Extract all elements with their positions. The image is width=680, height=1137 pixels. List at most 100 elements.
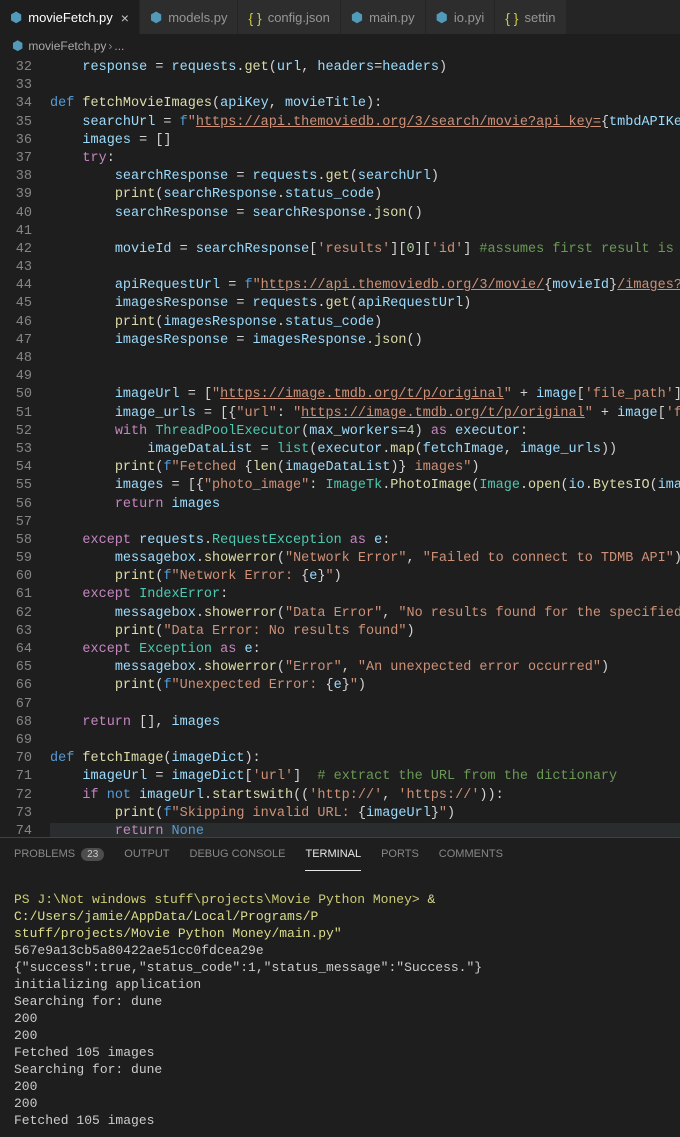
code-line[interactable]: def fetchImage(imageDict): — [50, 750, 680, 768]
line-number: 55 — [0, 477, 32, 495]
code-line[interactable]: searchResponse = requests.get(searchUrl) — [50, 168, 680, 186]
breadcrumb-rest: ... — [114, 39, 124, 53]
code-line[interactable] — [50, 350, 680, 368]
code-line[interactable]: images = [] — [50, 132, 680, 150]
line-number: 41 — [0, 223, 32, 241]
close-icon[interactable]: × — [121, 10, 129, 26]
tab-label: io.pyi — [454, 10, 484, 25]
line-number: 34 — [0, 95, 32, 113]
code-line[interactable]: images = [{"photo_image": ImageTk.PhotoI… — [50, 477, 680, 495]
code-line[interactable]: with ThreadPoolExecutor(max_workers=4) a… — [50, 423, 680, 441]
line-number: 48 — [0, 350, 32, 368]
code-line[interactable] — [50, 514, 680, 532]
code-line[interactable] — [50, 368, 680, 386]
terminal-line: stuff/projects/Movie Python Money/main.p… — [14, 925, 666, 942]
tab-config-json[interactable]: { } config.json — [238, 0, 340, 35]
tab-io-pyi[interactable]: ⬢ io.pyi — [426, 0, 496, 35]
panel-tab-problems[interactable]: PROBLEMS23 — [14, 838, 104, 871]
code-line[interactable]: movieId = searchResponse['results'][0]['… — [50, 241, 680, 259]
line-number: 61 — [0, 586, 32, 604]
breadcrumb[interactable]: ⬢ movieFetch.py › ... — [0, 35, 680, 57]
code-line[interactable]: image_urls = [{"url": "https://image.tmd… — [50, 405, 680, 423]
code-line[interactable] — [50, 77, 680, 95]
line-number: 72 — [0, 787, 32, 805]
tab-label: models.py — [168, 10, 227, 25]
panel-tab-terminal[interactable]: TERMINAL — [305, 838, 361, 871]
code-line[interactable]: if not imageUrl.startswith(('http://', '… — [50, 787, 680, 805]
code-line[interactable]: print(imagesResponse.status_code) — [50, 314, 680, 332]
code-line[interactable]: return images — [50, 496, 680, 514]
line-number: 46 — [0, 314, 32, 332]
panel-tab-label: PROBLEMS — [14, 848, 75, 860]
line-number: 52 — [0, 423, 32, 441]
code-line[interactable]: def fetchMovieImages(apiKey, movieTitle)… — [50, 95, 680, 113]
code-line[interactable]: print(searchResponse.status_code) — [50, 186, 680, 204]
line-number: 49 — [0, 368, 32, 386]
terminal-line: 200 — [14, 1078, 666, 1095]
code-line[interactable]: searchUrl = f"https://api.themoviedb.org… — [50, 114, 680, 132]
terminal[interactable]: PS J:\Not windows stuff\projects\Movie P… — [0, 870, 680, 1137]
code-line[interactable]: imagesResponse = imagesResponse.json() — [50, 332, 680, 350]
code-line[interactable]: messagebox.showerror("Error", "An unexpe… — [50, 659, 680, 677]
code-line[interactable]: print("Data Error: No results found") — [50, 623, 680, 641]
code-line[interactable]: searchResponse = searchResponse.json() — [50, 205, 680, 223]
line-number: 58 — [0, 532, 32, 550]
tab-models-py[interactable]: ⬢models.py — [140, 0, 238, 35]
line-number: 66 — [0, 677, 32, 695]
code-line[interactable]: except Exception as e: — [50, 641, 680, 659]
code-line[interactable]: print(f"Skipping invalid URL: {imageUrl}… — [50, 805, 680, 823]
panel-tab-ports[interactable]: PORTS — [381, 838, 419, 871]
tab-label: settin — [524, 10, 555, 25]
code-line[interactable]: imageDataList = list(executor.map(fetchI… — [50, 441, 680, 459]
code-line[interactable] — [50, 259, 680, 277]
line-numbers: 3233343536373839404142434445464748495051… — [0, 57, 50, 837]
python-icon: ⬢ — [351, 9, 363, 26]
python-icon: ⬢ — [436, 9, 448, 26]
terminal-line: 567e9a13cb5a80422ae51cc0fdcea29e — [14, 942, 666, 959]
tab-label: config.json — [268, 10, 330, 25]
tab-movieFetch-py[interactable]: ⬢movieFetch.py× — [0, 0, 140, 35]
code-line[interactable]: messagebox.showerror("Network Error", "F… — [50, 550, 680, 568]
line-number: 60 — [0, 568, 32, 586]
terminal-line: 200 — [14, 1095, 666, 1112]
tab-settin[interactable]: { }settin — [495, 0, 566, 35]
code-line[interactable]: response = requests.get(url, headers=hea… — [50, 59, 680, 77]
code-line[interactable]: except IndexError: — [50, 586, 680, 604]
panel-tab-debug-console[interactable]: DEBUG CONSOLE — [190, 838, 286, 871]
panel-tab-comments[interactable]: COMMENTS — [439, 838, 503, 871]
code-line[interactable]: print(f"Network Error: {e}") — [50, 568, 680, 586]
line-number: 37 — [0, 150, 32, 168]
code-line[interactable]: try: — [50, 150, 680, 168]
terminal-line: Searching for: dune — [14, 1061, 666, 1078]
code-line[interactable]: return [], images — [50, 714, 680, 732]
code-line[interactable]: print(f"Unexpected Error: {e}") — [50, 677, 680, 695]
code-line[interactable] — [50, 696, 680, 714]
code-line[interactable] — [50, 732, 680, 750]
line-number: 39 — [0, 186, 32, 204]
line-number: 59 — [0, 550, 32, 568]
code-line[interactable]: imageUrl = imageDict['url'] # extract th… — [50, 768, 680, 786]
code-line[interactable]: except requests.RequestException as e: — [50, 532, 680, 550]
code-line[interactable]: imagesResponse = requests.get(apiRequest… — [50, 295, 680, 313]
terminal-line: {"success":true,"status_code":1,"status_… — [14, 959, 666, 976]
code-line[interactable]: apiRequestUrl = f"https://api.themoviedb… — [50, 277, 680, 295]
line-number: 67 — [0, 696, 32, 714]
line-number: 47 — [0, 332, 32, 350]
code-line[interactable]: messagebox.showerror("Data Error", "No r… — [50, 605, 680, 623]
editor-tabs: ⬢movieFetch.py×⬢models.py{ }config.json⬢… — [0, 0, 680, 35]
code-line[interactable]: imageUrl = ["https://image.tmdb.org/t/p/… — [50, 386, 680, 404]
terminal-line: 200 — [14, 1010, 666, 1027]
terminal-line: 200 — [14, 1027, 666, 1044]
code-line[interactable]: return None — [50, 823, 680, 837]
python-icon: ⬢ — [10, 9, 22, 26]
tab-main-py[interactable]: ⬢main.py — [341, 0, 426, 35]
code-line[interactable] — [50, 223, 680, 241]
code-line[interactable]: print(f"Fetched {len(imageDataList)} ima… — [50, 459, 680, 477]
code-area[interactable]: response = requests.get(url, headers=hea… — [50, 57, 680, 837]
line-number: 70 — [0, 750, 32, 768]
json-icon: { } — [248, 10, 261, 26]
panel-tab-label: TERMINAL — [305, 848, 361, 860]
editor[interactable]: 3233343536373839404142434445464748495051… — [0, 57, 680, 837]
panel-tab-output[interactable]: OUTPUT — [124, 838, 169, 871]
terminal-line: Searching for: dune — [14, 993, 666, 1010]
